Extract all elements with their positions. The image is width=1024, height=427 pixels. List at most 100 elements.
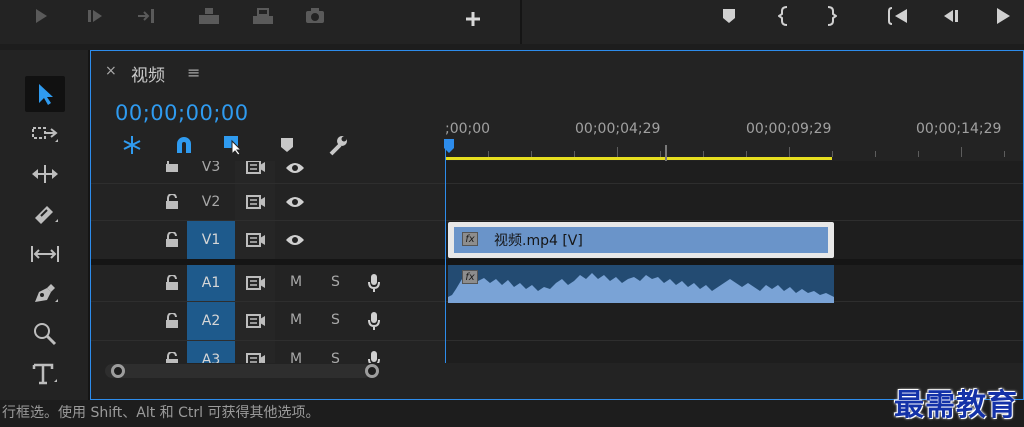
ruler-tick bbox=[789, 147, 790, 157]
sync-lock-icon[interactable] bbox=[245, 313, 267, 329]
solo-button[interactable]: S bbox=[331, 351, 340, 363]
sync-lock-icon[interactable] bbox=[245, 352, 267, 363]
audio-waveform bbox=[448, 273, 834, 303]
video-clip-body: fx 视频.mp4 [V] bbox=[454, 227, 828, 253]
track-v3: V3 bbox=[91, 161, 1023, 183]
premiere-window: × 视频 ≡ 00;00;00;00 ;00;00 00;00;04;29 00… bbox=[0, 0, 1024, 427]
camera-icon[interactable] bbox=[302, 4, 328, 28]
track-target-v2[interactable]: V2 bbox=[187, 184, 235, 220]
work-area-bar[interactable] bbox=[445, 157, 832, 160]
close-tab-button[interactable]: × bbox=[105, 63, 117, 79]
microphone-icon[interactable] bbox=[367, 273, 381, 293]
ruler-tick bbox=[832, 151, 833, 157]
scrollbar-left-handle[interactable] bbox=[111, 364, 125, 378]
mark-in-icon[interactable] bbox=[771, 4, 797, 28]
timeline-settings-wrench-icon[interactable] bbox=[327, 135, 349, 156]
export-frame-icon[interactable] bbox=[250, 4, 276, 28]
overwrite-icon[interactable] bbox=[196, 4, 222, 28]
sequence-tab-title[interactable]: 视频 bbox=[131, 61, 165, 86]
ripple-edit-tool-icon[interactable] bbox=[25, 156, 65, 192]
insert-sequence-nest-icon[interactable] bbox=[121, 135, 143, 155]
track-lane[interactable] bbox=[445, 161, 1023, 183]
fx-badge: fx bbox=[462, 270, 478, 284]
track-lane[interactable] bbox=[445, 184, 1023, 220]
mute-button[interactable]: M bbox=[290, 351, 302, 363]
ruler-tick bbox=[918, 151, 919, 157]
add-marker-icon[interactable] bbox=[276, 135, 298, 155]
lock-icon[interactable] bbox=[165, 275, 179, 291]
track-target-a1[interactable]: A1 bbox=[187, 265, 235, 301]
lock-icon[interactable] bbox=[165, 161, 179, 173]
playhead-timecode[interactable]: 00;00;00;00 bbox=[115, 101, 249, 125]
type-tool-icon[interactable] bbox=[25, 356, 65, 392]
track-a2: A2 M S bbox=[91, 302, 1023, 340]
video-clip-name: 视频.mp4 [V] bbox=[494, 233, 583, 249]
lock-icon[interactable] bbox=[165, 313, 179, 329]
microphone-icon[interactable] bbox=[367, 311, 381, 331]
sync-lock-icon[interactable] bbox=[245, 161, 267, 175]
status-bar: 行框选。使用 Shift、Alt 和 Ctrl 可获得其他选项。 bbox=[0, 400, 1024, 427]
timeline-tab-bar: × 视频 ≡ bbox=[91, 51, 1023, 93]
sync-lock-icon[interactable] bbox=[245, 275, 267, 291]
solo-button[interactable]: S bbox=[331, 274, 340, 290]
track-select-tool-icon[interactable] bbox=[25, 116, 65, 152]
ruler-tick bbox=[875, 151, 876, 157]
insert-icon[interactable] bbox=[134, 4, 160, 28]
toolbar-divider bbox=[520, 0, 522, 44]
razor-tool-icon[interactable] bbox=[25, 196, 65, 232]
track-target-v1[interactable]: V1 bbox=[187, 221, 235, 259]
solo-button[interactable]: S bbox=[331, 312, 340, 328]
sync-lock-icon[interactable] bbox=[245, 194, 267, 210]
track-target-v3[interactable]: V3 bbox=[187, 161, 235, 183]
fx-badge: fx bbox=[462, 232, 478, 246]
eye-icon[interactable] bbox=[285, 195, 305, 209]
mute-button[interactable]: M bbox=[290, 312, 302, 328]
ruler-label: 00;00;04;29 bbox=[575, 121, 661, 137]
transport-bar bbox=[0, 0, 1024, 44]
scrollbar-right-handle[interactable] bbox=[365, 364, 379, 378]
go-to-in-icon[interactable] bbox=[886, 4, 912, 28]
pen-tool-icon[interactable] bbox=[25, 276, 65, 312]
panel-menu-icon[interactable]: ≡ bbox=[187, 63, 200, 82]
ruler-tick bbox=[961, 147, 962, 157]
step-back-icon[interactable] bbox=[938, 4, 964, 28]
mark-out-icon[interactable] bbox=[818, 4, 844, 28]
marker-icon[interactable] bbox=[716, 4, 742, 28]
microphone-icon[interactable] bbox=[367, 350, 381, 363]
timeline-zoom-scrollbar[interactable] bbox=[105, 364, 1024, 378]
watermark-logo: 最需教育 bbox=[894, 388, 1018, 423]
step-forward-icon[interactable] bbox=[82, 4, 108, 28]
selection-tool-icon[interactable] bbox=[25, 76, 65, 112]
slip-tool-icon[interactable] bbox=[25, 236, 65, 272]
zoom-tool-icon[interactable] bbox=[25, 316, 65, 352]
lock-icon[interactable] bbox=[165, 232, 179, 248]
track-v2: V2 bbox=[91, 184, 1023, 220]
audio-clip[interactable]: fx bbox=[448, 265, 834, 303]
time-ruler[interactable]: ;00;00 00;00;04;29 00;00;09;29 00;00;14;… bbox=[444, 113, 1024, 161]
track-lane[interactable] bbox=[445, 302, 1023, 340]
track-area: V3 V2 V1 A1 M S A2 M S A3 M S fx 视频.mp4 … bbox=[91, 161, 1023, 363]
play-icon[interactable] bbox=[28, 4, 54, 28]
track-target-a3[interactable]: A3 bbox=[187, 341, 235, 363]
eye-icon[interactable] bbox=[285, 161, 305, 175]
ruler-label: 00;00;09;29 bbox=[746, 121, 832, 137]
linked-selection-icon[interactable] bbox=[223, 135, 245, 155]
ruler-label: ;00;00 bbox=[445, 121, 491, 137]
ruler-label: 00;00;14;29 bbox=[916, 121, 1002, 137]
snap-magnet-icon[interactable] bbox=[173, 135, 195, 155]
track-a3: A3 M S bbox=[91, 341, 1023, 363]
scrollbar-track[interactable] bbox=[105, 364, 371, 378]
add-icon[interactable] bbox=[460, 7, 486, 31]
play-right-icon[interactable] bbox=[990, 4, 1016, 28]
mute-button[interactable]: M bbox=[290, 274, 302, 290]
sync-lock-icon[interactable] bbox=[245, 232, 267, 248]
lock-icon[interactable] bbox=[165, 352, 179, 363]
track-target-a2[interactable]: A2 bbox=[187, 302, 235, 340]
playhead-line[interactable] bbox=[445, 147, 446, 363]
tools-panel bbox=[0, 50, 90, 400]
eye-icon[interactable] bbox=[285, 233, 305, 247]
video-clip[interactable]: fx 视频.mp4 [V] bbox=[448, 222, 834, 258]
track-lane[interactable] bbox=[445, 341, 1023, 363]
lock-icon[interactable] bbox=[165, 194, 179, 210]
ruler-tick bbox=[617, 147, 618, 157]
